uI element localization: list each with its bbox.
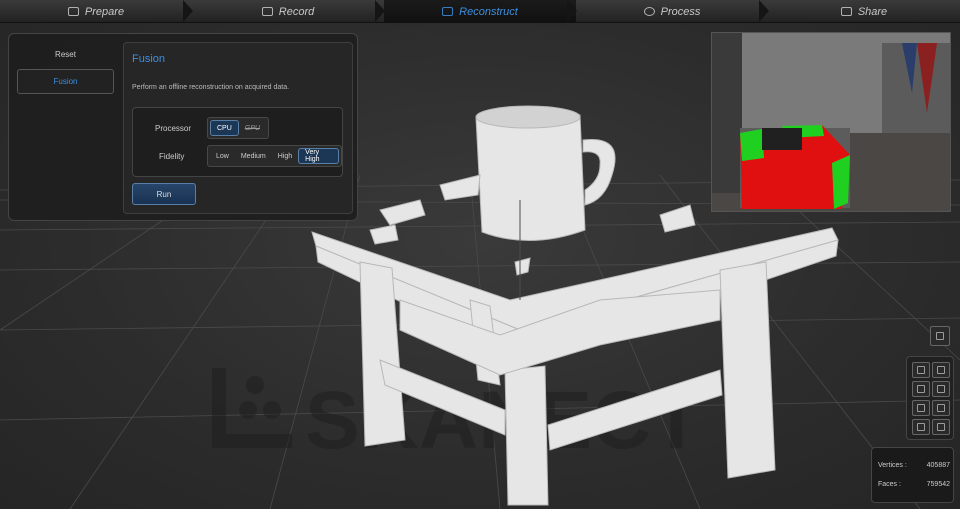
fidelity-option-very-high[interactable]: Very High — [298, 148, 339, 164]
view-front-button[interactable] — [912, 400, 930, 416]
view-toolbar — [906, 356, 954, 440]
vertices-label: Vertices : — [878, 462, 907, 469]
tab-reconstruct-label: Reconstruct — [459, 5, 518, 18]
tab-process[interactable]: Process — [576, 0, 769, 23]
sidebar-item-reset[interactable]: Reset — [17, 42, 114, 67]
faces-label: Faces : — [878, 481, 901, 488]
tab-reconstruct[interactable]: Reconstruct — [384, 0, 577, 23]
process-icon — [643, 7, 655, 16]
share-icon — [840, 7, 852, 16]
reset-view-icon — [936, 332, 944, 340]
reconstruct-icon — [442, 7, 454, 16]
fusion-section: Fusion Perform an offline reconstruction… — [123, 42, 353, 214]
zoom-fit-button[interactable] — [912, 419, 930, 435]
section-title: Fusion — [132, 53, 166, 65]
sidebar-item-label: Reset — [55, 50, 76, 59]
fidelity-toggle: Low Medium High Very High — [207, 145, 342, 167]
fullscreen-icon — [937, 423, 945, 431]
view-right-button[interactable] — [932, 362, 950, 378]
tab-prepare-label: Prepare — [84, 5, 125, 18]
prepare-icon — [67, 7, 79, 16]
vertices-value: 405887 — [926, 462, 950, 469]
processor-toggle: CPU GPU — [207, 117, 269, 139]
tab-process-label: Process — [660, 5, 701, 18]
record-icon — [261, 7, 273, 16]
reconstruct-panel: Reset Fusion Fusion Perform an offline r… — [8, 33, 358, 221]
section-description: Perform an offline reconstruction on acq… — [132, 84, 290, 91]
tab-share-label: Share — [857, 5, 888, 18]
fusion-options: Processor CPU GPU Fidelity Low Medium Hi… — [132, 107, 343, 177]
tab-share[interactable]: Share — [768, 0, 960, 23]
sidebar-item-label: Fusion — [53, 77, 78, 86]
sidebar-item-fusion[interactable]: Fusion — [17, 69, 114, 94]
processor-label: Processor — [155, 124, 192, 133]
view-right-icon — [937, 366, 945, 374]
mesh-stats: Vertices : 405887 Faces : 759542 — [871, 447, 954, 503]
faces-value: 759542 — [926, 481, 950, 488]
view-bottom-button[interactable] — [932, 400, 950, 416]
view-back-icon — [937, 385, 945, 393]
view-top-button[interactable] — [912, 381, 930, 397]
view-front-icon — [917, 404, 925, 412]
run-button[interactable]: Run — [132, 183, 196, 205]
view-bottom-icon — [937, 404, 945, 412]
fidelity-option-low[interactable]: Low — [210, 148, 235, 164]
camera-preview — [711, 32, 951, 212]
fidelity-label: Fidelity — [159, 152, 185, 161]
processor-option-cpu[interactable]: CPU — [210, 120, 239, 136]
reset-view-button[interactable] — [930, 326, 950, 346]
workflow-bar: Prepare Record Reconstruct Process Share — [0, 0, 960, 23]
view-left-button[interactable] — [912, 362, 930, 378]
view-back-button[interactable] — [932, 381, 950, 397]
camera-feed — [712, 33, 950, 211]
processor-option-gpu[interactable]: GPU — [239, 120, 266, 136]
tab-record[interactable]: Record — [192, 0, 385, 23]
zoom-fit-icon — [917, 423, 925, 431]
view-top-icon — [917, 385, 925, 393]
fullscreen-button[interactable] — [932, 419, 950, 435]
view-left-icon — [917, 366, 925, 374]
fidelity-option-medium[interactable]: Medium — [235, 148, 272, 164]
tab-record-label: Record — [278, 5, 315, 18]
fidelity-option-high[interactable]: High — [272, 148, 298, 164]
tab-prepare[interactable]: Prepare — [0, 0, 193, 23]
